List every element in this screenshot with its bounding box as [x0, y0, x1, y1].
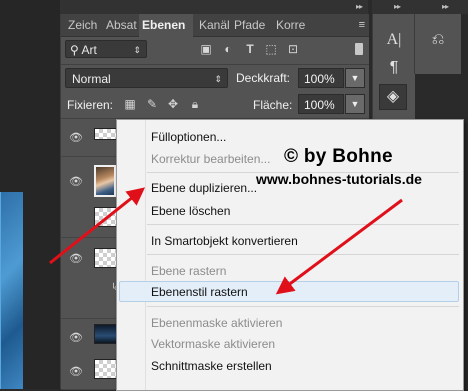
arrow-to-duplicate — [49, 187, 146, 265]
annotation-arrows — [49, 187, 403, 295]
arrow-to-rasterize-style — [275, 198, 403, 295]
